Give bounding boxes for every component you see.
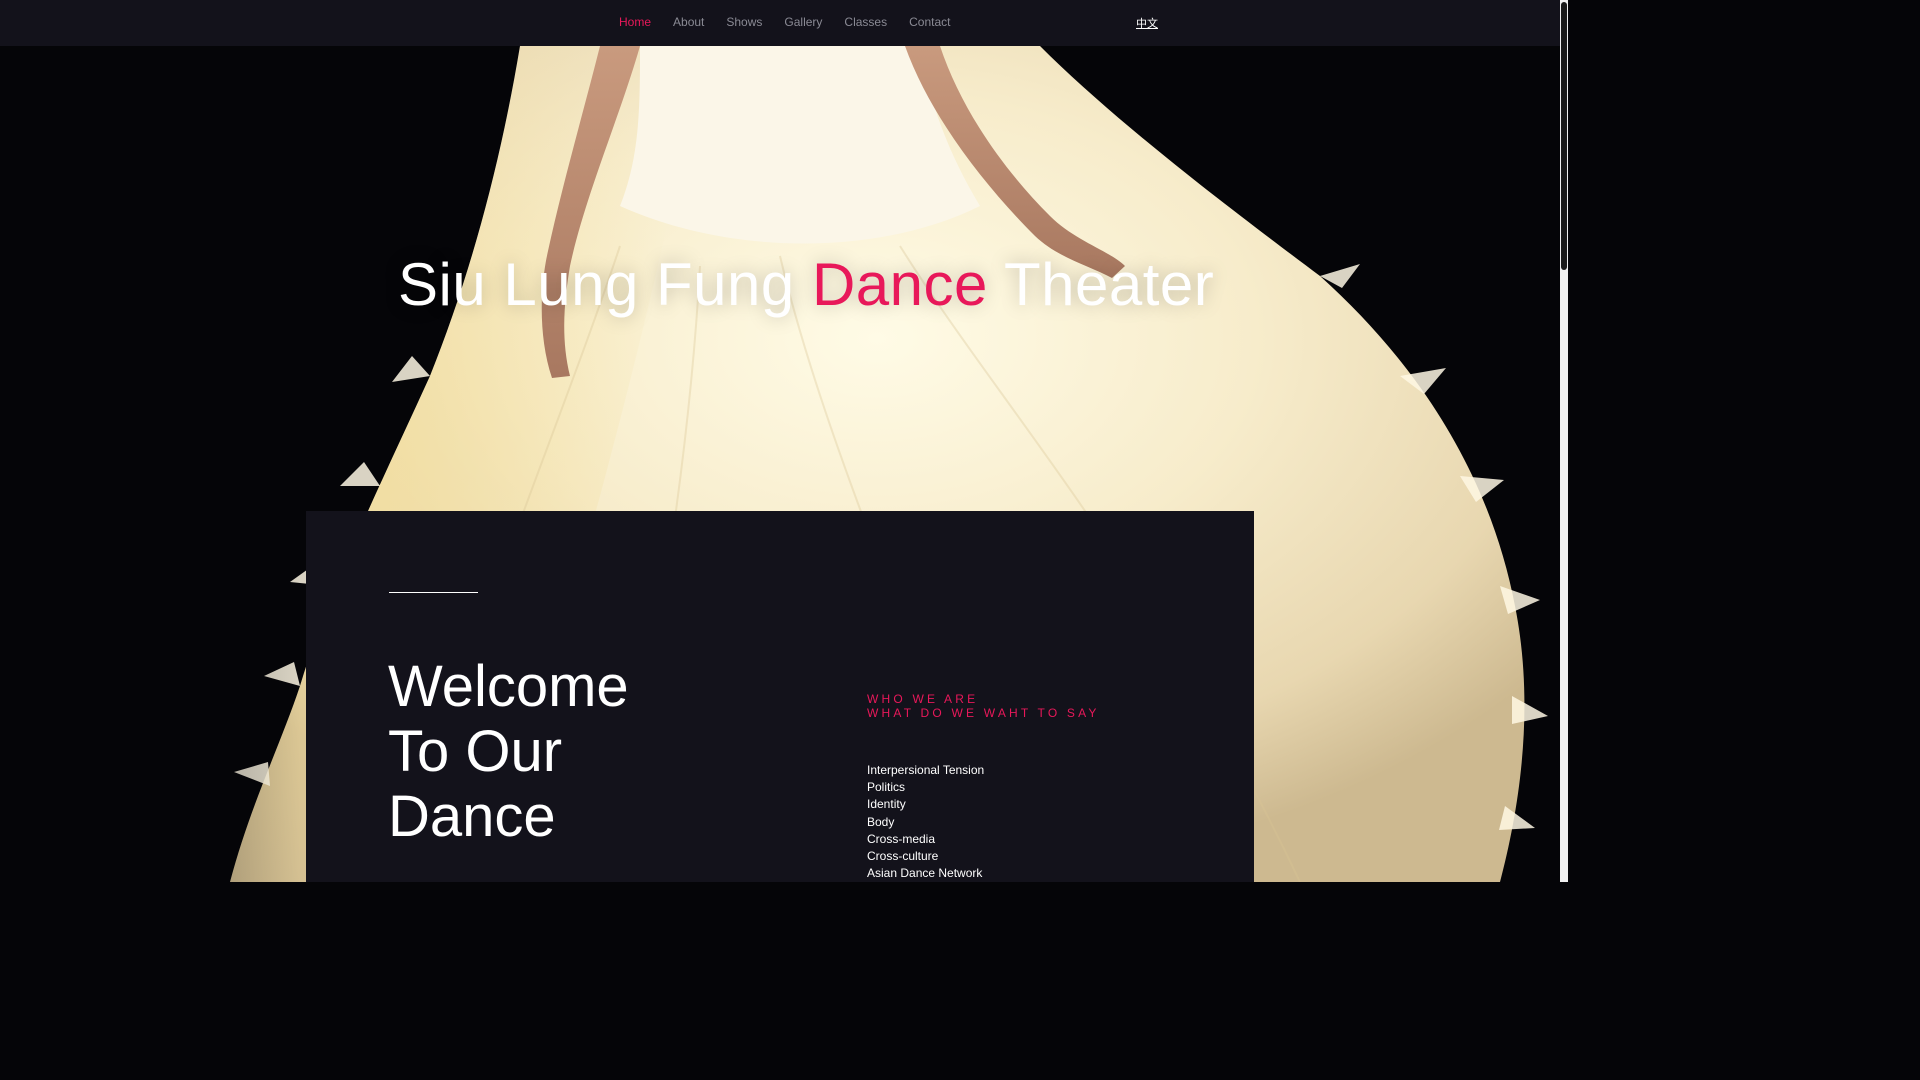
welcome-panel: Welcome To Our Dance WHO WE ARE WHAT DO … <box>306 511 1254 882</box>
list-item: Identity <box>867 797 906 812</box>
list-item: Cross-media <box>867 831 936 846</box>
nav-item-classes[interactable]: Classes <box>833 15 898 29</box>
top-navigation-bar: Home About Shows Gallery Classes Contact… <box>0 0 1560 46</box>
list-item: Politics <box>867 780 906 795</box>
welcome-line-3: Dance <box>388 784 556 849</box>
welcome-line-2: To Our <box>388 719 563 784</box>
hero-title-part1: Siu Lung Fung <box>398 251 812 318</box>
tagline-line-1: WHO WE ARE <box>867 692 979 706</box>
hero-title: Siu Lung Fung Dance Theater <box>398 250 1214 319</box>
list-item: Body <box>867 814 895 829</box>
hero-title-accent: Dance <box>811 251 988 318</box>
page-scrollbar-thumb[interactable] <box>1561 2 1567 270</box>
nav-item-shows[interactable]: Shows <box>715 15 773 29</box>
list-item: Interpersional Tension <box>867 763 985 777</box>
list-item: Cross-culture <box>867 849 939 864</box>
tagline: WHO WE ARE WHAT DO WE WAHT TO SAY <box>867 692 1100 720</box>
main-menu: Home About Shows Gallery Classes Contact <box>608 0 961 44</box>
nav-item-gallery[interactable]: Gallery <box>773 15 833 29</box>
hero-title-part2: Theater <box>987 251 1215 318</box>
decorative-rule <box>389 592 478 593</box>
nav-item-about[interactable]: About <box>662 15 715 29</box>
nav-item-contact[interactable]: Contact <box>898 15 961 29</box>
language-switch-link[interactable]: 中文 <box>1136 15 1158 31</box>
welcome-line-1: Welcome <box>388 654 629 719</box>
welcome-heading: Welcome To Our Dance <box>388 654 708 849</box>
page: Home About Shows Gallery Classes Contact… <box>0 0 1568 882</box>
topics-list: Interpersional Tension Politics Identity… <box>867 762 984 882</box>
list-item: Asian Dance Network <box>867 866 983 881</box>
nav-item-home[interactable]: Home <box>608 15 662 29</box>
tagline-line-2: WHAT DO WE WAHT TO SAY <box>867 706 1100 720</box>
